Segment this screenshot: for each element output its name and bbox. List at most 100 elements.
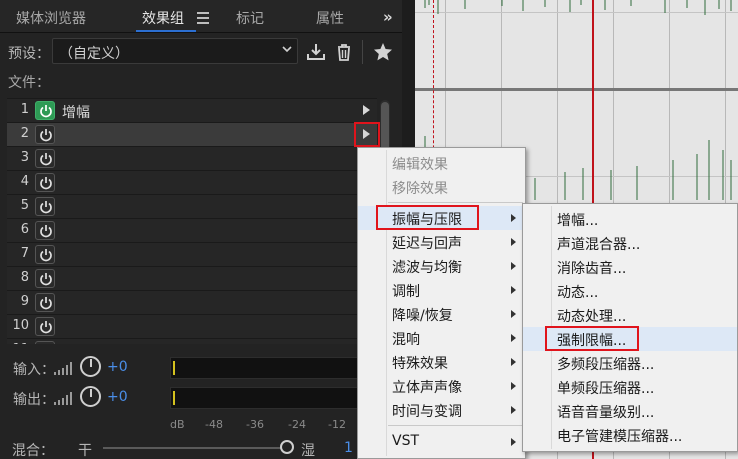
menu-item-dynamics[interactable]: 动态...	[523, 279, 737, 303]
meter-marker	[173, 361, 175, 375]
rack-slot[interactable]: 7	[7, 242, 377, 266]
power-icon[interactable]	[35, 317, 55, 336]
menu-item-label: 移除效果	[392, 181, 448, 197]
power-icon[interactable]	[35, 125, 55, 144]
menu-item-filter-eq[interactable]: 滤波与均衡	[358, 254, 525, 278]
rack-slot[interactable]: 2	[7, 122, 377, 146]
tab-media-browser[interactable]: 媒体浏览器	[16, 8, 86, 28]
preset-label: 预设：	[8, 46, 50, 62]
menu-item-edit-effect[interactable]: 编辑效果	[358, 151, 525, 175]
channel-separator	[415, 88, 738, 91]
chevron-down-icon	[282, 46, 292, 53]
menu-separator	[388, 425, 523, 426]
power-icon[interactable]	[35, 341, 55, 344]
power-icon[interactable]	[35, 197, 55, 216]
mix-value[interactable]: 1	[344, 440, 353, 456]
menu-item-noise-reduction[interactable]: 降噪/恢复	[358, 302, 525, 326]
input-gain-value[interactable]: +0	[107, 359, 128, 375]
slot-number: 5	[20, 198, 29, 213]
menu-item-label: 多频段压缩器...	[557, 357, 655, 373]
slot-number: 6	[20, 222, 29, 237]
power-icon[interactable]	[35, 269, 55, 288]
level-bars-icon	[54, 362, 72, 375]
highlight-annotation	[376, 205, 479, 230]
favorite-star-icon[interactable]	[372, 41, 394, 63]
mix-slider-handle[interactable]	[280, 440, 294, 454]
power-icon[interactable]	[35, 221, 55, 240]
output-gain-knob[interactable]	[80, 386, 101, 407]
output-gain-value[interactable]: +0	[107, 389, 128, 405]
level-bars-icon	[54, 392, 72, 405]
input-gain-knob[interactable]	[80, 356, 101, 377]
menu-item-dynamics-processing[interactable]: 动态处理...	[523, 303, 737, 327]
rack-slot[interactable]: 11	[7, 338, 377, 344]
submenu-arrow-icon	[511, 358, 516, 366]
submenu-arrow-icon	[511, 334, 516, 342]
active-tab-indicator	[136, 30, 196, 32]
mix-label: 混合：	[12, 443, 54, 459]
rack-slot[interactable]: 4	[7, 170, 377, 194]
tab-overflow-icon[interactable]: »	[383, 8, 393, 26]
menu-item-stereo-imagery[interactable]: 立体声声像	[358, 374, 525, 398]
menu-item-remove-effect[interactable]: 移除效果	[358, 175, 525, 199]
menu-item-label: 调制	[392, 284, 420, 300]
effect-context-menu: 编辑效果 移除效果 振幅与压限 延迟与回声 滤波与均衡 调制 降噪/恢复 混响 …	[357, 147, 526, 459]
power-icon[interactable]	[35, 245, 55, 264]
menu-item-label: 编辑效果	[392, 157, 448, 173]
menu-item-label: 电子管建模压缩器...	[557, 429, 683, 445]
rack-slot[interactable]: 6	[7, 218, 377, 242]
delete-preset-icon[interactable]	[333, 41, 355, 63]
db-tick: -24	[288, 418, 306, 431]
menu-item-label: 动态处理...	[557, 309, 627, 325]
mix-slider-track[interactable]	[103, 447, 283, 449]
slot-number: 11	[7, 342, 29, 344]
slot-number: 7	[20, 246, 29, 261]
menu-item-modulation[interactable]: 调制	[358, 278, 525, 302]
tab-properties[interactable]: 属性	[316, 8, 344, 28]
db-tick: -48	[205, 418, 223, 431]
menu-item-time-pitch[interactable]: 时间与变调	[358, 398, 525, 422]
panel-menu-icon[interactable]	[197, 12, 209, 27]
menu-item-single-band-compressor[interactable]: 单频段压缩器...	[523, 375, 737, 399]
tab-effects-rack[interactable]: 效果组	[142, 8, 184, 28]
rack-slot[interactable]: 8	[7, 266, 377, 290]
menu-item-multiband-compressor[interactable]: 多频段压缩器...	[523, 351, 737, 375]
menu-item-delay-echo[interactable]: 延迟与回声	[358, 230, 525, 254]
menu-item-label: 时间与变调	[392, 404, 462, 420]
menu-item-speech-volume-leveler[interactable]: 语音音量级别...	[523, 399, 737, 423]
power-icon[interactable]	[35, 149, 55, 168]
menu-item-vst[interactable]: VST	[358, 430, 525, 454]
preset-dropdown[interactable]: （自定义）	[52, 38, 298, 64]
menu-item-deesser[interactable]: 消除齿音...	[523, 255, 737, 279]
input-label: 输入：	[13, 362, 55, 378]
menu-item-special[interactable]: 特殊效果	[358, 350, 525, 374]
power-icon[interactable]	[35, 101, 55, 120]
save-preset-icon[interactable]	[305, 41, 327, 63]
rack-slot[interactable]: 3	[7, 146, 377, 170]
menu-item-label: VST	[392, 433, 420, 449]
db-tick: -12	[328, 418, 346, 431]
toolbar-divider	[362, 40, 363, 64]
power-icon[interactable]	[35, 173, 55, 192]
effects-rack-panel: 媒体浏览器 效果组 标记 属性 » 预设： （自定义） 文件： 1 增幅 2 3…	[0, 0, 402, 459]
menu-item-reverb[interactable]: 混响	[358, 326, 525, 350]
menu-item-label: 声道混合器...	[557, 237, 641, 253]
rack-slot[interactable]: 5	[7, 194, 377, 218]
menu-item-channel-mixer[interactable]: 声道混合器...	[523, 231, 737, 255]
menu-separator	[388, 202, 523, 203]
submenu-arrow-icon	[511, 214, 516, 222]
rack-slot[interactable]: 9	[7, 290, 377, 314]
menu-item-tube-compressor[interactable]: 电子管建模压缩器...	[523, 423, 737, 447]
menu-item-label: 动态...	[557, 285, 599, 301]
power-icon[interactable]	[35, 293, 55, 312]
rack-slot[interactable]: 10	[7, 314, 377, 338]
menu-item-label: 特殊效果	[392, 356, 448, 372]
menu-item-label: 延迟与回声	[392, 236, 462, 252]
submenu-arrow-icon	[511, 238, 516, 246]
rack-slot[interactable]: 1 增幅	[7, 98, 377, 122]
play-arrow-icon[interactable]	[363, 105, 370, 115]
menu-item-amplify[interactable]: 增幅...	[523, 207, 737, 231]
slot-number: 3	[20, 150, 29, 165]
tab-markers[interactable]: 标记	[236, 8, 264, 28]
highlight-annotation	[354, 122, 380, 147]
